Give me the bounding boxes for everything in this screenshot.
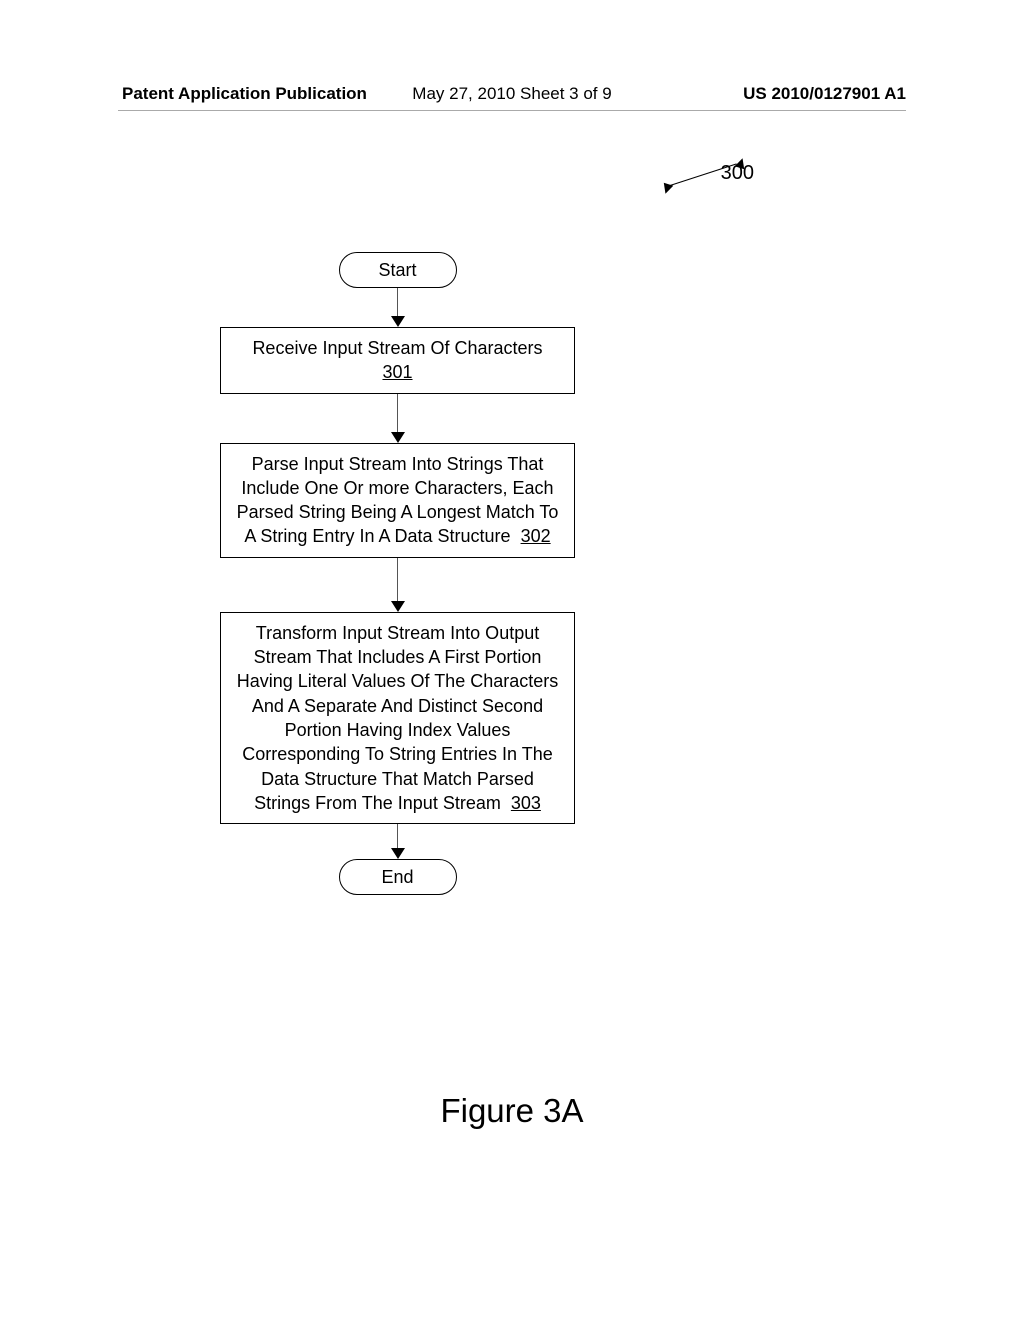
connector-line bbox=[397, 824, 398, 848]
end-label: End bbox=[381, 867, 413, 888]
flowchart-connector bbox=[391, 394, 405, 443]
arrow-down-icon bbox=[391, 601, 405, 612]
step-text: Parse Input Stream Into Strings That Inc… bbox=[237, 454, 559, 547]
step-text: Receive Input Stream Of Characters bbox=[252, 338, 542, 358]
arrow-down-icon bbox=[391, 316, 405, 327]
figure-caption: Figure 3A bbox=[0, 1092, 1024, 1130]
arrow-down-icon bbox=[391, 848, 405, 859]
step-number: 302 bbox=[521, 526, 551, 546]
flowchart-start: Start bbox=[339, 252, 457, 288]
header-publication-type: Patent Application Publication bbox=[122, 84, 367, 104]
flowchart: Start Receive Input Stream Of Characters… bbox=[220, 252, 575, 895]
header-date-sheet: May 27, 2010 Sheet 3 of 9 bbox=[412, 84, 611, 104]
connector-line bbox=[397, 558, 398, 601]
flowchart-step-301: Receive Input Stream Of Characters 301 bbox=[220, 327, 575, 394]
flowchart-end: End bbox=[339, 859, 457, 895]
page-header: Patent Application Publication May 27, 2… bbox=[0, 84, 1024, 104]
flowchart-connector bbox=[391, 824, 405, 859]
leader-arrowhead-down bbox=[661, 183, 674, 196]
start-label: Start bbox=[378, 260, 416, 281]
arrow-down-icon bbox=[391, 432, 405, 443]
step-number: 301 bbox=[382, 362, 412, 382]
flowchart-connector bbox=[391, 288, 405, 327]
flowchart-connector bbox=[391, 558, 405, 612]
step-text: Transform Input Stream Into Output Strea… bbox=[237, 623, 559, 813]
flowchart-step-303: Transform Input Stream Into Output Strea… bbox=[220, 612, 575, 824]
flowchart-step-302: Parse Input Stream Into Strings That Inc… bbox=[220, 443, 575, 558]
connector-line bbox=[397, 394, 398, 432]
connector-line bbox=[397, 288, 398, 316]
step-number: 303 bbox=[511, 793, 541, 813]
header-publication-number: US 2010/0127901 A1 bbox=[743, 84, 906, 104]
header-divider bbox=[118, 110, 906, 111]
